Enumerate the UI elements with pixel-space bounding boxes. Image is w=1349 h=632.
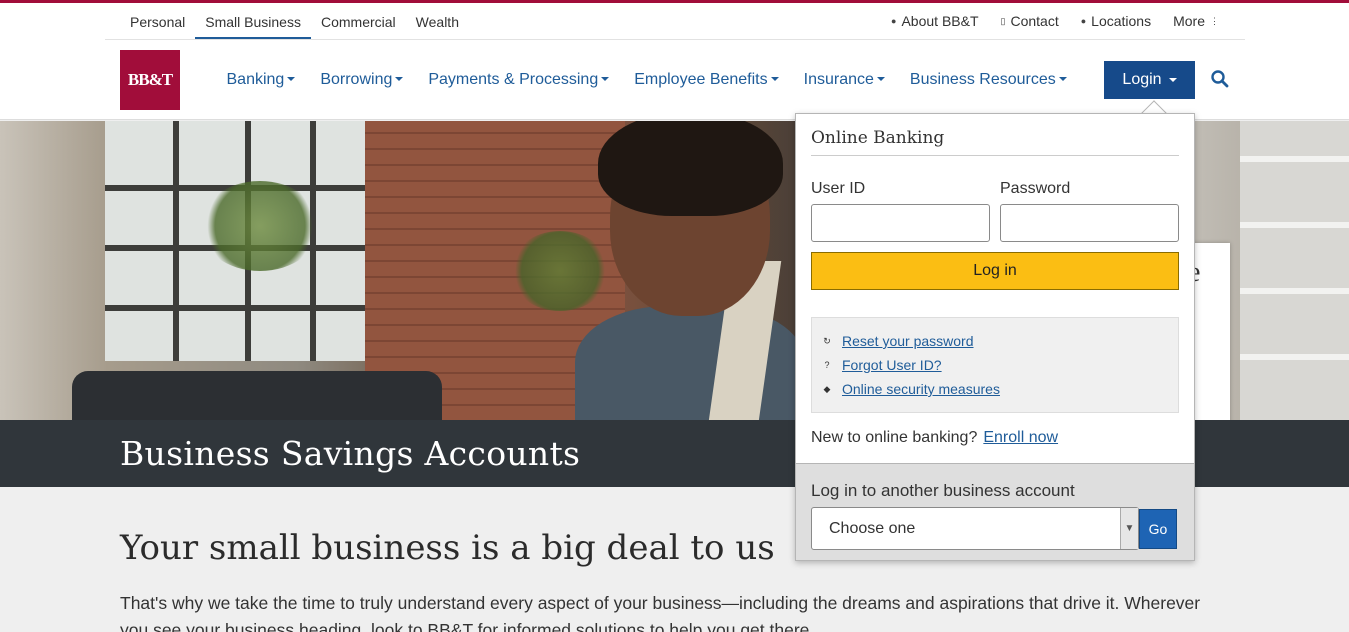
caret-down-icon xyxy=(770,76,779,81)
hero-laptop xyxy=(72,371,442,420)
nav-insurance-label: Insurance xyxy=(803,71,874,88)
person-icon: ● xyxy=(891,16,897,26)
utility-links: ● About BB&T ▯ Contact ● Locations More … xyxy=(891,3,1219,39)
nav-borrowing-label: Borrowing xyxy=(320,71,393,88)
account-type-value: Choose one xyxy=(829,520,916,537)
primary-menu: Banking Borrowing Payments & Processing … xyxy=(214,40,1079,120)
login-dropdown: Online Banking User ID Password Log in ↻… xyxy=(795,113,1195,561)
user-id-field[interactable] xyxy=(811,204,990,242)
map-pin-icon: ● xyxy=(1080,16,1087,26)
password-field[interactable] xyxy=(1000,204,1179,242)
help-item-security: ◆ Online security measures xyxy=(822,381,1000,397)
intro-paragraph: That's why we take the time to truly und… xyxy=(120,593,1201,632)
login-button[interactable]: Login xyxy=(1104,61,1195,99)
hero-person-hair xyxy=(598,121,783,216)
nav-employee-benefits-label: Employee Benefits xyxy=(634,71,768,88)
login-help-box: ↻ Reset your password ? Forgot User ID? … xyxy=(811,317,1179,413)
reset-password-link[interactable]: Reset your password xyxy=(842,333,974,349)
segment-nav: Personal Small Business Commercial Wealt… xyxy=(120,3,469,39)
nav-business-resources[interactable]: Business Resources xyxy=(897,71,1079,89)
about-link[interactable]: ● About BB&T xyxy=(891,13,978,29)
question-icon: ? xyxy=(824,360,830,370)
forgot-user-id-link[interactable]: Forgot User ID? xyxy=(842,357,942,373)
help-item-forgot-user-id: ? Forgot User ID? xyxy=(822,357,942,373)
caret-down-icon xyxy=(601,76,610,81)
login-panel-title: Online Banking xyxy=(811,128,945,148)
segment-personal[interactable]: Personal xyxy=(120,3,195,39)
segment-wealth[interactable]: Wealth xyxy=(406,3,469,39)
caret-down-icon xyxy=(876,76,885,81)
section-heading: Your small business is a big deal to us xyxy=(120,528,775,568)
nav-employee-benefits[interactable]: Employee Benefits xyxy=(622,71,791,89)
refresh-icon: ↻ xyxy=(823,335,831,346)
nav-business-resources-label: Business Resources xyxy=(909,71,1056,88)
more-menu-label: More xyxy=(1173,13,1205,29)
caret-down-icon xyxy=(287,76,296,81)
other-account-label: Log in to another business account xyxy=(811,481,1075,500)
nav-borrowing[interactable]: Borrowing xyxy=(308,71,416,89)
contact-link-label: Contact xyxy=(1010,13,1059,29)
bbt-logo[interactable]: BB&T xyxy=(120,50,180,110)
nav-payments[interactable]: Payments & Processing xyxy=(416,71,622,89)
caret-down-icon xyxy=(1058,76,1067,81)
page-title: Business Savings Accounts xyxy=(120,434,581,473)
more-menu[interactable]: More ⋮ xyxy=(1173,13,1219,29)
locations-link-label: Locations xyxy=(1091,13,1152,29)
nav-banking[interactable]: Banking xyxy=(214,71,308,89)
go-button[interactable]: Go xyxy=(1139,509,1177,549)
enroll-now-link[interactable]: Enroll now xyxy=(983,429,1058,446)
security-measures-link[interactable]: Online security measures xyxy=(842,381,1000,397)
help-item-reset-password: ↻ Reset your password xyxy=(822,333,974,349)
hero-plant xyxy=(200,181,320,271)
phone-icon: ▯ xyxy=(1000,15,1006,26)
nav-insurance[interactable]: Insurance xyxy=(791,71,897,89)
locations-link[interactable]: ● Locations xyxy=(1081,13,1151,29)
login-button-label: Login xyxy=(1122,71,1162,88)
segment-small-business[interactable]: Small Business xyxy=(195,3,311,39)
password-label: Password xyxy=(1000,180,1071,197)
user-id-label: User ID xyxy=(811,180,866,197)
about-link-label: About BB&T xyxy=(901,13,979,29)
account-type-select[interactable]: Choose one ▼ xyxy=(811,507,1139,550)
utility-bar: Personal Small Business Commercial Wealt… xyxy=(0,3,1349,40)
segment-commercial[interactable]: Commercial xyxy=(311,3,406,39)
hero-plant xyxy=(510,231,610,311)
caret-down-icon xyxy=(395,76,404,81)
nav-payments-label: Payments & Processing xyxy=(428,71,599,88)
chevron-down-icon: ▼ xyxy=(1120,508,1138,549)
other-account-section: Log in to another business account Choos… xyxy=(796,463,1194,560)
new-user-text: New to online banking? xyxy=(811,429,978,446)
log-in-button[interactable]: Log in xyxy=(811,252,1179,290)
hero-shelves xyxy=(1240,121,1349,420)
new-user-prompt: New to online banking? Enroll now xyxy=(811,429,1058,447)
nav-banking-label: Banking xyxy=(226,71,285,88)
caret-down-icon xyxy=(1168,78,1177,82)
login-panel-divider xyxy=(811,155,1179,156)
more-vertical-icon: ⋮ xyxy=(1210,15,1219,26)
search-icon[interactable] xyxy=(1210,69,1230,89)
contact-link[interactable]: ▯ Contact xyxy=(1001,13,1059,29)
shield-icon: ◆ xyxy=(823,383,831,394)
